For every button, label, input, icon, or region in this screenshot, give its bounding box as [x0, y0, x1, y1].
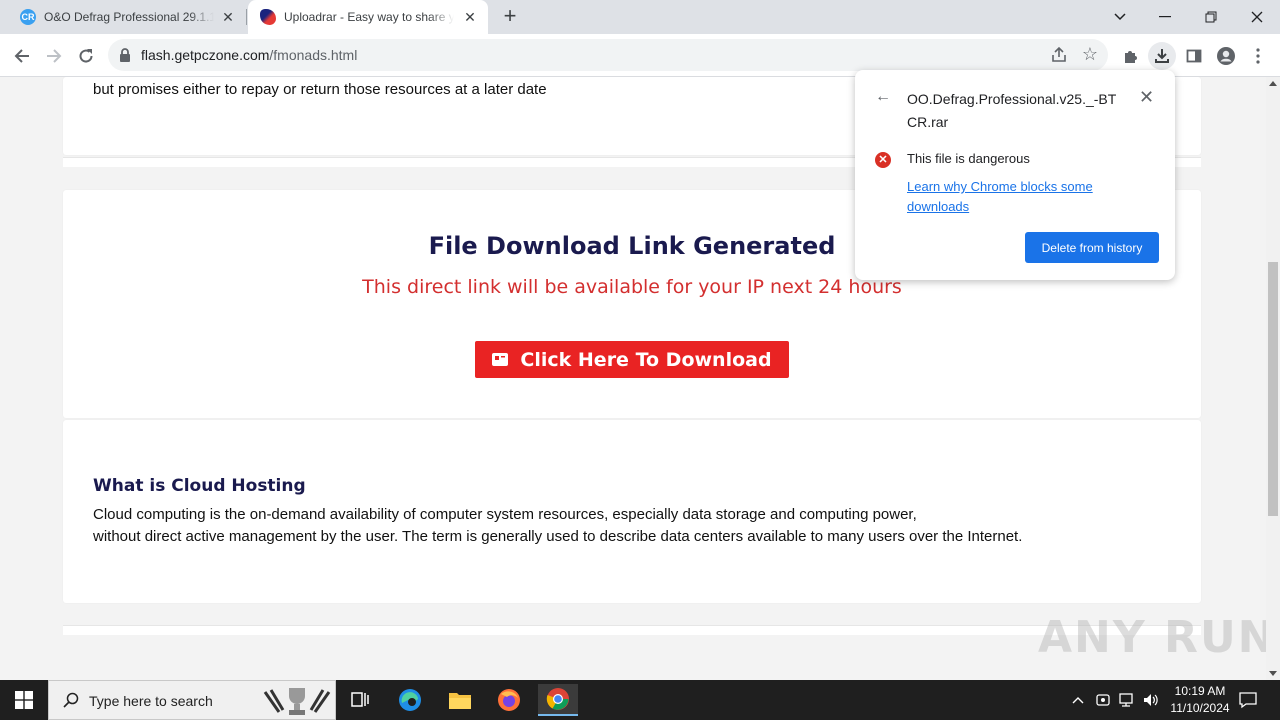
- side-panel-icon: [1186, 49, 1202, 63]
- minimize-button[interactable]: [1142, 0, 1188, 34]
- close-icon[interactable]: ✕: [1139, 88, 1154, 106]
- file-explorer-taskbar-button[interactable]: [440, 684, 480, 716]
- taskbar-clock[interactable]: 10:19 AM 11/10/2024: [1160, 683, 1240, 717]
- profile-button[interactable]: [1212, 42, 1240, 70]
- arrow-left-icon: [14, 49, 29, 63]
- error-icon: ✕: [875, 152, 891, 168]
- volume-icon: [1144, 694, 1158, 706]
- folder-icon: [449, 693, 471, 709]
- scroll-down-arrow[interactable]: [1269, 671, 1277, 676]
- download-icon: [1155, 49, 1169, 63]
- delete-from-history-button[interactable]: Delete from history: [1025, 232, 1159, 263]
- cloud-hosting-card: What is Cloud Hosting Cloud computing is…: [63, 420, 1201, 603]
- search-highlight-trophy-icon: [263, 688, 331, 715]
- danger-status: This file is dangerous: [907, 151, 1030, 166]
- search-icon: [63, 692, 79, 708]
- show-hidden-icons-button[interactable]: [1072, 680, 1084, 720]
- forward-button[interactable]: [40, 42, 68, 70]
- edge-icon: [399, 689, 421, 711]
- click-to-download-button[interactable]: Click Here To Download: [475, 341, 789, 378]
- url-path: /fmonads.html: [269, 47, 358, 63]
- tab-separator: [246, 9, 247, 25]
- cloud-hosting-line-1: Cloud computing is the on-demand availab…: [93, 506, 917, 523]
- cloud-hosting-title: What is Cloud Hosting: [93, 476, 306, 496]
- chrome-icon: [546, 688, 569, 710]
- tab-search-button[interactable]: [1097, 0, 1143, 34]
- close-icon[interactable]: ✕: [462, 9, 478, 25]
- menu-button[interactable]: [1244, 42, 1272, 70]
- extensions-button[interactable]: [1116, 42, 1144, 70]
- scroll-thumb[interactable]: [1268, 262, 1278, 516]
- bookmark-star-icon[interactable]: ☆: [1082, 44, 1098, 65]
- clock-time: 10:19 AM: [1174, 684, 1226, 698]
- task-view-icon: [351, 692, 369, 707]
- clock-date: 11/10/2024: [1170, 701, 1230, 715]
- edge-taskbar-button[interactable]: [390, 684, 430, 716]
- back-button[interactable]: [8, 42, 36, 70]
- download-ticket-icon: [492, 353, 509, 366]
- windows-taskbar: Type here to search 10:19 AM 11/10/2024: [0, 680, 1280, 720]
- url-text[interactable]: flash.getpczone.com/fmonads.html: [141, 47, 357, 63]
- download-filename: OO.Defrag.Professional.v25._-BTCR.rar: [907, 91, 1117, 130]
- card-divider: [63, 625, 1201, 635]
- tray-network[interactable]: [1118, 680, 1136, 720]
- firefox-icon: [498, 689, 520, 711]
- chrome-taskbar-button[interactable]: [538, 684, 578, 716]
- downloads-button[interactable]: [1148, 42, 1176, 70]
- meet-now-icon: [1096, 694, 1110, 706]
- reload-button[interactable]: [72, 42, 100, 70]
- minimize-icon: [1159, 16, 1171, 18]
- taskbar-search-box[interactable]: Type here to search: [48, 680, 336, 720]
- tab-label: O&O Defrag Professional 29.1.11: [44, 10, 214, 24]
- download-button-label: Click Here To Download: [520, 348, 772, 371]
- tab-label: Uploadrar - Easy way to share yo: [284, 10, 454, 24]
- close-icon[interactable]: ✕: [220, 9, 236, 25]
- cr-icon: CR: [20, 9, 36, 25]
- scroll-up-arrow[interactable]: [1269, 81, 1277, 86]
- notification-center-icon[interactable]: [1238, 690, 1258, 710]
- uploadrar-icon: [260, 9, 276, 25]
- tab-strip: CR O&O Defrag Professional 29.1.11 ✕ Upl…: [0, 0, 1280, 34]
- windows-logo-icon: [15, 691, 33, 709]
- restore-button[interactable]: [1188, 0, 1234, 34]
- tab-oo-defrag[interactable]: CR O&O Defrag Professional 29.1.11 ✕: [8, 0, 246, 34]
- intro-text: but promises either to repay or return t…: [93, 81, 547, 98]
- task-view-button[interactable]: [340, 684, 380, 716]
- tray-volume[interactable]: [1142, 680, 1160, 720]
- side-panel-button[interactable]: [1180, 42, 1208, 70]
- cloud-hosting-line-2: without direct active management by the …: [93, 528, 1023, 545]
- page-scrollbar[interactable]: [1266, 77, 1280, 680]
- avatar-icon: [1217, 47, 1235, 65]
- address-bar[interactable]: flash.getpczone.com/fmonads.html ☆: [108, 39, 1108, 71]
- restore-icon: [1205, 11, 1217, 23]
- search-placeholder: Type here to search: [89, 693, 213, 709]
- kebab-menu-icon: [1256, 48, 1260, 64]
- anyrun-watermark: ANY RUN: [1038, 612, 1277, 663]
- download-bubble: ← OO.Defrag.Professional.v25._-BTCR.rar …: [855, 70, 1175, 280]
- reload-icon: [79, 49, 93, 63]
- lock-icon[interactable]: [118, 47, 132, 63]
- close-window-button[interactable]: [1234, 0, 1280, 34]
- arrow-right-icon: [47, 49, 62, 63]
- chevron-up-icon: [1072, 697, 1084, 704]
- firefox-taskbar-button[interactable]: [489, 684, 529, 716]
- chevron-down-icon: [1114, 13, 1126, 21]
- tray-meet-now[interactable]: [1095, 680, 1111, 720]
- tab-uploadrar[interactable]: Uploadrar - Easy way to share yo ✕: [248, 0, 488, 34]
- close-icon: [1251, 11, 1263, 23]
- url-domain: flash.getpczone.com: [141, 47, 270, 63]
- learn-why-link[interactable]: Learn why Chrome blocks some downloads: [907, 177, 1127, 217]
- back-arrow-icon[interactable]: ←: [875, 88, 891, 106]
- start-button[interactable]: [0, 680, 48, 720]
- new-tab-button[interactable]: +: [498, 5, 522, 29]
- network-icon: [1119, 693, 1133, 707]
- share-icon[interactable]: [1050, 46, 1068, 64]
- puzzle-icon: [1125, 51, 1137, 63]
